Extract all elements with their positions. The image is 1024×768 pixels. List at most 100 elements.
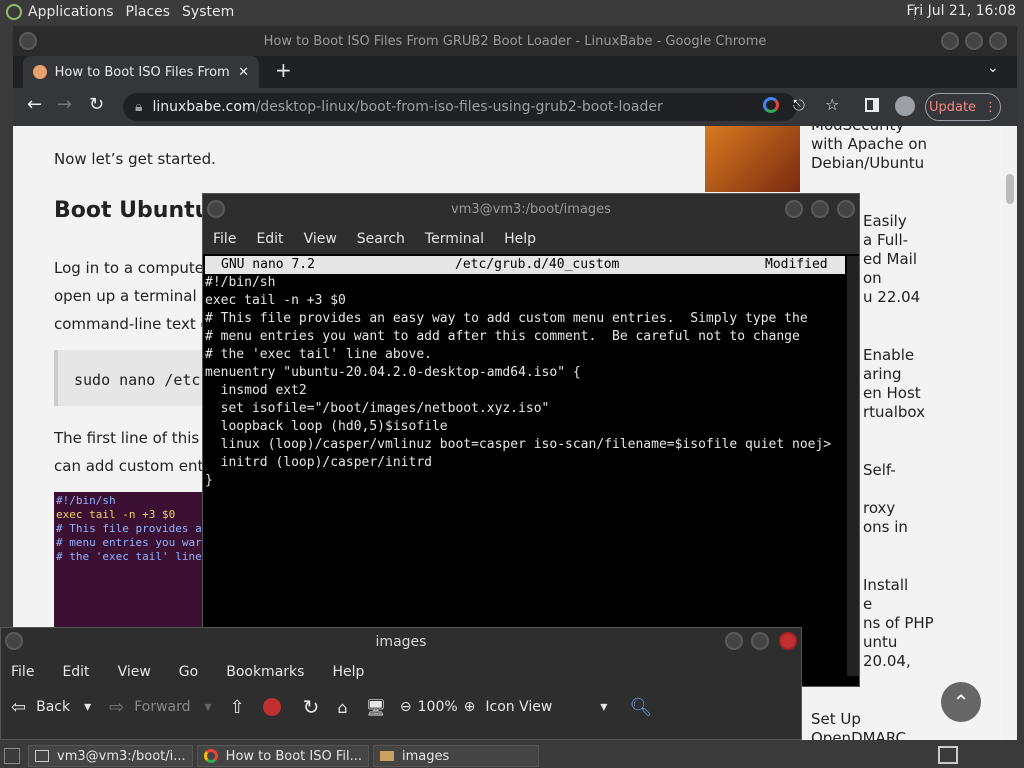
- file-manager-menubar: File Edit View Go Bookmarks Help: [1, 658, 801, 686]
- close-button[interactable]: [837, 200, 855, 218]
- profile-avatar-icon[interactable]: [895, 96, 915, 116]
- close-button[interactable]: [779, 632, 797, 650]
- terminal-scrollbar[interactable]: [847, 256, 859, 676]
- update-button[interactable]: Update ⋮: [925, 93, 1001, 121]
- minimize-button[interactable]: [725, 632, 743, 650]
- menu-view[interactable]: View: [118, 664, 151, 680]
- sidebar-thumbnail[interactable]: [705, 126, 800, 192]
- zoom-in-icon[interactable]: ⊕: [464, 699, 476, 715]
- sidebar-link[interactable]: OpenDMARC: [811, 729, 906, 740]
- menu-system[interactable]: System: [176, 4, 240, 20]
- side-panel-icon[interactable]: [865, 98, 879, 112]
- search-icon[interactable]: 🔍︎: [629, 697, 652, 718]
- sidebar-link[interactable]: a Full-: [863, 231, 920, 250]
- editor-line: menuentry "ubuntu-20.04.2.0-desktop-amd6…: [205, 365, 581, 380]
- back-button[interactable]: Back: [36, 699, 70, 715]
- distro-logo-icon[interactable]: [6, 4, 22, 20]
- file-manager-titlebar[interactable]: images: [1, 628, 801, 656]
- task-chrome[interactable]: How to Boot ISO Fil...: [196, 745, 370, 767]
- back-icon[interactable]: ⇦: [11, 697, 26, 718]
- forward-dropdown-icon[interactable]: ▾: [205, 699, 212, 715]
- menu-search[interactable]: Search: [357, 231, 405, 247]
- new-tab-icon[interactable]: +: [275, 58, 292, 82]
- sidebar-link[interactable]: Self-: [863, 461, 908, 480]
- view-mode-select[interactable]: Icon View: [485, 699, 552, 715]
- window-menu-icon[interactable]: [207, 200, 225, 218]
- forward-button[interactable]: Forward: [134, 699, 190, 715]
- window-menu-icon[interactable]: [19, 32, 37, 50]
- sidebar-link[interactable]: Enable: [863, 346, 925, 365]
- close-button[interactable]: [989, 32, 1007, 50]
- menu-terminal[interactable]: Terminal: [425, 231, 484, 247]
- forward-icon[interactable]: →: [57, 94, 72, 115]
- task-file-manager[interactable]: images: [373, 745, 540, 767]
- maximize-button[interactable]: [965, 32, 983, 50]
- clock[interactable]: Fri Jul 21, 16:08: [906, 3, 1016, 19]
- maximize-button[interactable]: [751, 632, 769, 650]
- back-icon[interactable]: ←: [27, 94, 42, 115]
- minimize-button[interactable]: [941, 32, 959, 50]
- sidebar-link[interactable]: roxy: [863, 499, 908, 518]
- menu-places[interactable]: Places: [120, 4, 177, 20]
- sidebar-link[interactable]: Debian/Ubuntu: [811, 154, 927, 173]
- lock-icon[interactable]: 🔒︎: [135, 99, 142, 115]
- menu-bookmarks[interactable]: Bookmarks: [226, 664, 304, 680]
- reload-icon[interactable]: ↻: [89, 94, 104, 115]
- menu-help[interactable]: Help: [332, 664, 364, 680]
- sidebar-link[interactable]: untu: [863, 633, 934, 652]
- workspace-switcher-icon[interactable]: [938, 746, 958, 764]
- google-lens-icon[interactable]: [763, 97, 779, 113]
- menu-view[interactable]: View: [304, 231, 337, 247]
- home-icon[interactable]: ⌂: [337, 698, 347, 717]
- scrollbar-thumb[interactable]: [1006, 174, 1014, 204]
- sidebar-link[interactable]: Install: [863, 576, 934, 595]
- browser-tab[interactable]: How to Boot ISO Files From GR ✕: [23, 56, 259, 88]
- zoom-out-icon[interactable]: ⊖: [400, 699, 412, 715]
- sidebar-link[interactable]: Set Up: [811, 710, 906, 729]
- sidebar-link[interactable]: Easily: [863, 212, 920, 231]
- up-icon[interactable]: ⇧: [230, 697, 245, 718]
- bookmark-star-icon[interactable]: ☆: [825, 95, 839, 114]
- sidebar-link[interactable]: ModSecurity: [811, 126, 927, 135]
- menu-edit[interactable]: Edit: [256, 231, 283, 247]
- chrome-titlebar[interactable]: How to Boot ISO Files From GRUB2 Boot Lo…: [13, 26, 1017, 56]
- scroll-top-button[interactable]: ⌃: [941, 682, 981, 722]
- menu-help[interactable]: Help: [504, 231, 536, 247]
- address-bar[interactable]: 🔒︎ linuxbabe.com /desktop-linux/boot-fro…: [123, 93, 797, 121]
- sidebar-link[interactable]: with Apache on: [811, 135, 927, 154]
- code-text: sudo nano /etc: [74, 371, 201, 389]
- menu-edit[interactable]: Edit: [62, 664, 89, 680]
- menu-applications[interactable]: Applications: [22, 4, 120, 20]
- sidebar-link[interactable]: ns of PHP: [863, 614, 934, 633]
- sidebar-link[interactable]: rtualbox: [863, 403, 925, 422]
- sidebar-link[interactable]: ons in: [863, 518, 908, 537]
- menu-file[interactable]: File: [11, 664, 34, 680]
- reload-icon[interactable]: ↻: [303, 695, 320, 719]
- share-icon[interactable]: ⎋: [793, 96, 805, 114]
- view-dropdown-icon[interactable]: ▾: [600, 699, 607, 715]
- sidebar-link[interactable]: on: [863, 269, 920, 288]
- show-desktop-icon[interactable]: [4, 748, 20, 764]
- sidebar-link[interactable]: en Host: [863, 384, 925, 403]
- terminal-titlebar[interactable]: vm3@vm3:/boot/images: [203, 194, 859, 224]
- menu-go[interactable]: Go: [179, 664, 198, 680]
- sidebar-link[interactable]: e: [863, 595, 934, 614]
- maximize-button[interactable]: [811, 200, 829, 218]
- para-line: command-line text e: [54, 315, 210, 333]
- tab-search-icon[interactable]: ⌄: [987, 60, 999, 76]
- menu-file[interactable]: File: [213, 231, 236, 247]
- sidebar-link[interactable]: aring: [863, 365, 925, 384]
- back-dropdown-icon[interactable]: ▾: [84, 699, 91, 715]
- task-terminal[interactable]: vm3@vm3:/boot/i...: [28, 745, 193, 767]
- nano-editor[interactable]: #!/bin/sh exec tail -n +3 $0 # This file…: [205, 274, 845, 674]
- tab-close-icon[interactable]: ✕: [238, 65, 249, 80]
- minimize-button[interactable]: [785, 200, 803, 218]
- sidebar-link[interactable]: 20.04,: [863, 652, 934, 671]
- stop-icon[interactable]: [262, 698, 281, 716]
- computer-icon[interactable]: 🖥︎: [366, 698, 386, 717]
- sidebar-link[interactable]: u 22.04: [863, 288, 920, 307]
- sidebar-link[interactable]: ed Mail: [863, 250, 920, 269]
- forward-icon[interactable]: ⇨: [109, 697, 124, 718]
- window-menu-icon[interactable]: [5, 632, 23, 650]
- page-scrollbar[interactable]: [1003, 126, 1017, 740]
